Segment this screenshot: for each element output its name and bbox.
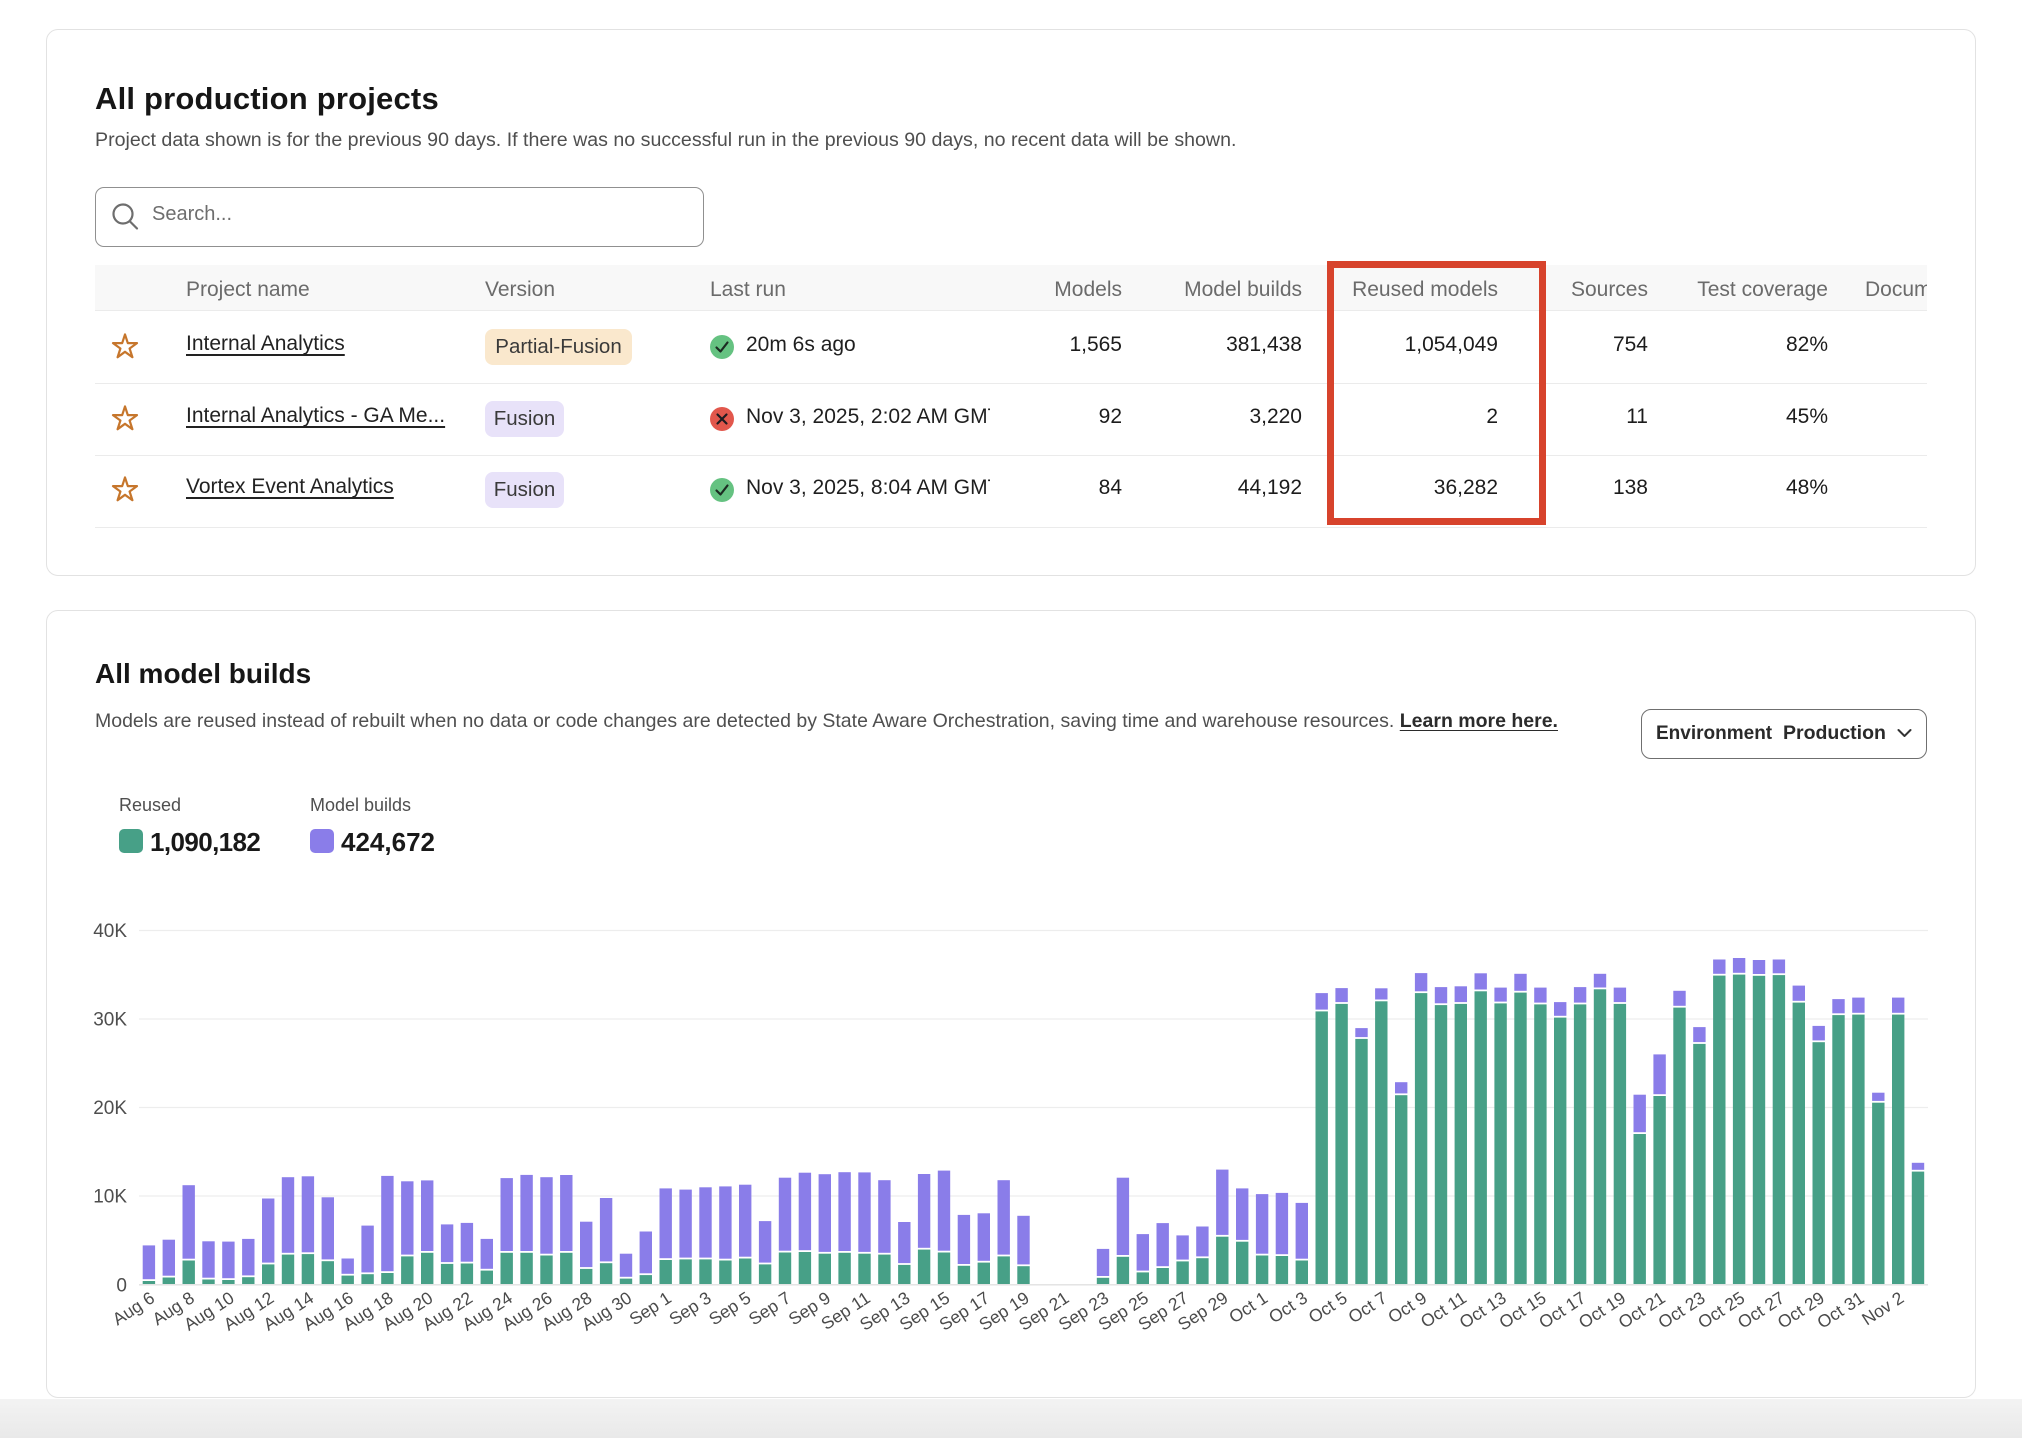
svg-text:Nov 2: Nov 2 (1858, 1288, 1907, 1330)
svg-text:Sep 3: Sep 3 (665, 1288, 714, 1330)
svg-text:Oct 7: Oct 7 (1345, 1288, 1391, 1328)
svg-text:20K: 20K (93, 1098, 127, 1119)
svg-text:Sep 5: Sep 5 (705, 1288, 754, 1330)
svg-text:Oct 5: Oct 5 (1305, 1288, 1351, 1328)
svg-text:30K: 30K (93, 1010, 127, 1031)
svg-text:40K: 40K (93, 921, 127, 942)
svg-text:Oct 3: Oct 3 (1265, 1288, 1311, 1328)
svg-text:Oct 31: Oct 31 (1813, 1288, 1867, 1333)
svg-text:Sep 1: Sep 1 (626, 1288, 675, 1330)
svg-text:Sep 7: Sep 7 (745, 1288, 794, 1330)
svg-text:0: 0 (116, 1275, 127, 1296)
svg-text:10K: 10K (93, 1187, 127, 1208)
svg-text:Oct 1: Oct 1 (1225, 1288, 1271, 1328)
